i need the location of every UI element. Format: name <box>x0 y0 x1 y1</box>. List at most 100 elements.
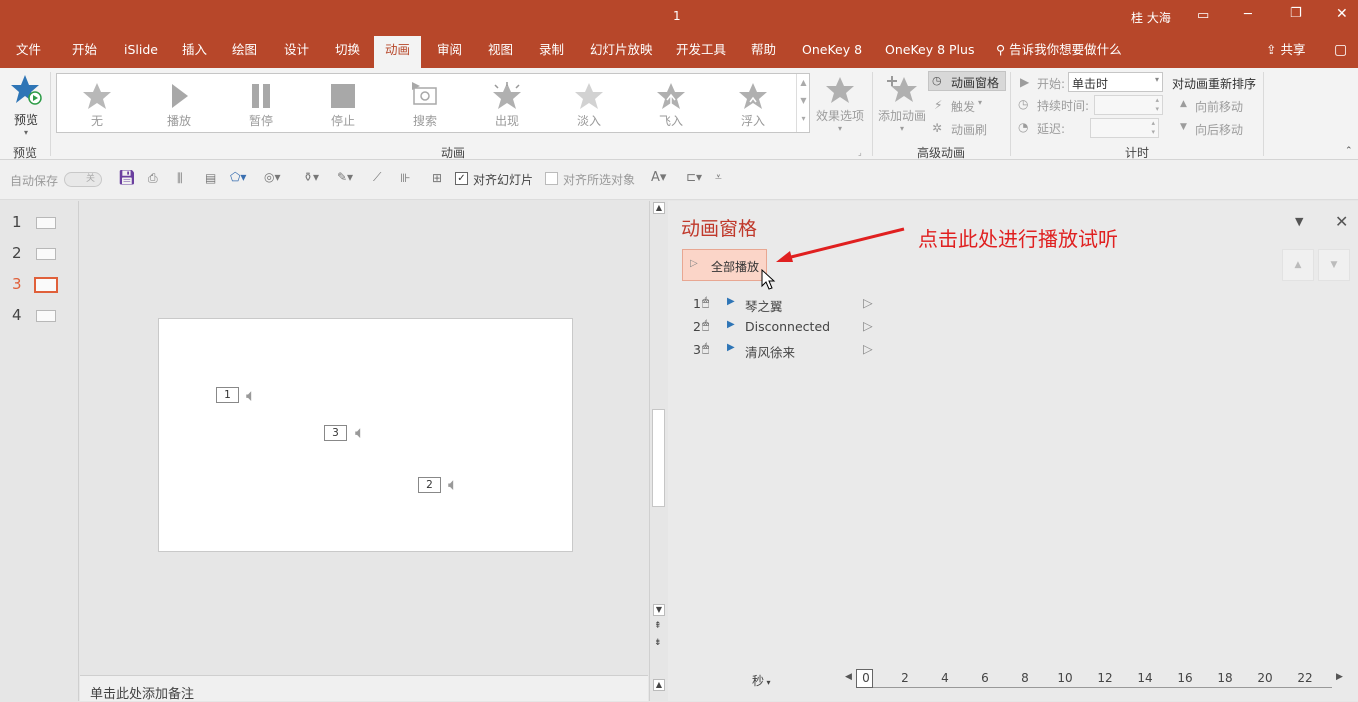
paint-bucket-icon[interactable]: ⚱▾ <box>303 170 319 184</box>
tab-design[interactable]: 设计 <box>284 36 309 68</box>
ribbon-display-icon[interactable]: ▭ <box>1197 8 1209 23</box>
gallery-appear[interactable]: 出现 <box>477 74 537 132</box>
font-color-icon[interactable]: A▾ <box>651 170 666 185</box>
tab-file[interactable]: 文件 <box>16 36 41 68</box>
shape-fill-icon[interactable]: ◎▾ <box>264 170 281 184</box>
close-button[interactable]: ✕ <box>1336 6 1348 22</box>
add-animation-button[interactable]: 添加动画 ▾ <box>876 74 928 133</box>
speaker-icon[interactable]: 🔈︎ <box>355 423 365 443</box>
share-button[interactable]: ⇪ 共享 <box>1266 36 1305 68</box>
animation-item[interactable]: 3 🖱︎ ▶ 清风徐来 ▷ <box>668 339 888 361</box>
slide-thumbnail[interactable] <box>36 248 56 260</box>
animation-order-marker[interactable]: 2 <box>418 477 441 493</box>
eyedropper-icon[interactable]: ⟋ <box>373 170 381 185</box>
autosave-toggle[interactable]: 关 <box>64 172 102 187</box>
gallery-play[interactable]: 播放 <box>149 74 209 132</box>
slide-thumbnail-selected[interactable] <box>34 277 58 293</box>
tab-onekey8plus[interactable]: OneKey 8 Plus <box>885 36 974 68</box>
close-pane-icon[interactable]: ✕ <box>1335 212 1348 231</box>
minimize-button[interactable]: ─ <box>1244 7 1252 22</box>
anim-painter-button[interactable]: 动画刷 <box>951 121 987 138</box>
tab-developer[interactable]: 开发工具 <box>676 36 726 68</box>
previous-slide-icon[interactable]: ⇞ <box>654 621 662 631</box>
effect-options-button[interactable]: 效果选项 ▾ <box>814 76 866 133</box>
delay-spinner[interactable]: ▴ ▾ <box>1090 118 1159 138</box>
print-icon[interactable]: ⎙ <box>148 171 158 186</box>
tab-review[interactable]: 审阅 <box>437 36 462 68</box>
save-icon[interactable]: 💾︎ <box>118 170 136 186</box>
gallery-fade[interactable]: 淡入 <box>559 74 619 132</box>
tab-record[interactable]: 录制 <box>539 36 564 68</box>
arrange-icon[interactable]: ⊞ <box>432 171 442 185</box>
spinner-arrows-icon[interactable]: ▴ ▾ <box>1155 96 1159 114</box>
speaker-icon[interactable]: 🔈︎ <box>448 475 458 495</box>
play-all-button[interactable]: ▷ 全部播放 <box>682 249 767 281</box>
distribute-icon[interactable]: ⊪ <box>400 171 410 185</box>
gallery-none[interactable]: 无 <box>67 74 127 132</box>
align-selected-checkbox[interactable] <box>545 172 558 185</box>
restore-button[interactable]: ❐ <box>1290 6 1302 21</box>
tab-view[interactable]: 视图 <box>488 36 513 68</box>
tab-help[interactable]: 帮助 <box>751 36 776 68</box>
scrollbar-thumb[interactable] <box>652 409 665 507</box>
align-slide-checkbox[interactable]: ✓ <box>455 172 468 185</box>
scroll-up-icon[interactable]: ▲ <box>653 202 665 214</box>
move-up-button[interactable]: ▲ <box>1282 249 1314 281</box>
move-earlier-button[interactable]: 向前移动 <box>1195 98 1243 115</box>
timing-bar-icon[interactable]: ▷ <box>863 341 873 356</box>
gallery-seek[interactable]: 搜索 <box>395 74 455 132</box>
tab-onekey8[interactable]: OneKey 8 <box>802 36 862 68</box>
notes-pane[interactable]: 单击此处添加备注 <box>80 675 648 702</box>
slide-canvas[interactable]: 1 🔈︎ 3 🔈︎ 2 🔈︎ <box>158 318 573 552</box>
tab-draw[interactable]: 绘图 <box>232 36 257 68</box>
pane-options-icon[interactable]: ▼ <box>1295 215 1303 228</box>
gallery-pause[interactable]: 暂停 <box>231 74 291 132</box>
move-later-button[interactable]: 向后移动 <box>1195 121 1243 138</box>
trigger-button[interactable]: 触发 <box>951 98 975 115</box>
spinner-arrows-icon[interactable]: ▴ ▾ <box>1151 119 1155 137</box>
gallery-scrollbar[interactable]: ▲ ▼ ▾ <box>796 74 810 132</box>
slide-thumbnail[interactable] <box>36 217 56 229</box>
collapse-ribbon-icon[interactable]: ⌃ <box>1345 146 1353 156</box>
animation-order-marker[interactable]: 3 <box>324 425 347 441</box>
timing-bar-icon[interactable]: ▷ <box>863 295 873 310</box>
textbox-icon[interactable]: ▤ <box>205 171 216 185</box>
customize-qat-icon[interactable]: ⩡ <box>715 170 722 185</box>
shapes-icon[interactable]: ⬠▾ <box>230 170 246 184</box>
gallery-fly-in[interactable]: 飞入 <box>641 74 701 132</box>
pen-icon[interactable]: ✎▾ <box>337 170 353 184</box>
animation-item[interactable]: 2 🖱︎ ▶ Disconnected ▷ <box>668 316 888 338</box>
comments-icon[interactable]: ▢ <box>1334 36 1347 68</box>
trigger-dropdown-icon[interactable]: ▾ <box>978 98 982 107</box>
duration-spinner[interactable]: ▴ ▾ <box>1094 95 1163 115</box>
animation-order-marker[interactable]: 1 <box>216 387 239 403</box>
move-down-button[interactable]: ▼ <box>1318 249 1350 281</box>
tab-insert[interactable]: 插入 <box>182 36 207 68</box>
tab-animations[interactable]: 动画 <box>374 36 422 68</box>
animation-item[interactable]: 1 🖱︎ ▶ 琴之翼 ▷ <box>668 293 888 315</box>
animation-pane-button[interactable]: ◷ 动画窗格 <box>928 71 1006 91</box>
time-unit-dropdown[interactable]: 秒 ▾ <box>752 672 771 689</box>
format-painter-icon[interactable]: ⊏▾ <box>686 170 702 184</box>
tab-transitions[interactable]: 切换 <box>335 36 360 68</box>
start-select[interactable]: 单击时 ▾ <box>1068 72 1163 92</box>
gallery-float-in[interactable]: 浮入 <box>723 74 783 132</box>
tab-home[interactable]: 开始 <box>72 36 97 68</box>
tell-me-box[interactable]: ⚲ 告诉我你想要做什么 <box>996 36 1122 68</box>
gallery-stop[interactable]: 停止 <box>313 74 373 132</box>
timeline-left-icon[interactable]: ◀ <box>845 672 852 682</box>
slide-thumbnail[interactable] <box>36 310 56 322</box>
scroll-down-icon[interactable]: ▼ <box>653 604 665 616</box>
align-icon[interactable]: ⫼ <box>177 171 183 186</box>
timeline-right-icon[interactable]: ▶ <box>1336 672 1343 682</box>
user-name[interactable]: 桂 大海 <box>1131 9 1171 26</box>
tab-slideshow[interactable]: 幻灯片放映 <box>590 36 653 68</box>
next-slide-icon[interactable]: ⇟ <box>654 638 662 648</box>
tab-islide[interactable]: iSlide <box>124 36 158 68</box>
notes-scroll-up-icon[interactable]: ▲ <box>653 679 665 691</box>
speaker-icon[interactable]: 🔈︎ <box>246 386 256 406</box>
dialog-launcher-icon[interactable]: ⌟ <box>858 148 862 157</box>
timing-bar-icon[interactable]: ▷ <box>863 318 873 333</box>
editor-vertical-scrollbar[interactable]: ▲ ▼ ⇞ ⇟ ▲ <box>649 201 667 701</box>
preview-button[interactable]: 预览 ▾ <box>8 74 44 137</box>
